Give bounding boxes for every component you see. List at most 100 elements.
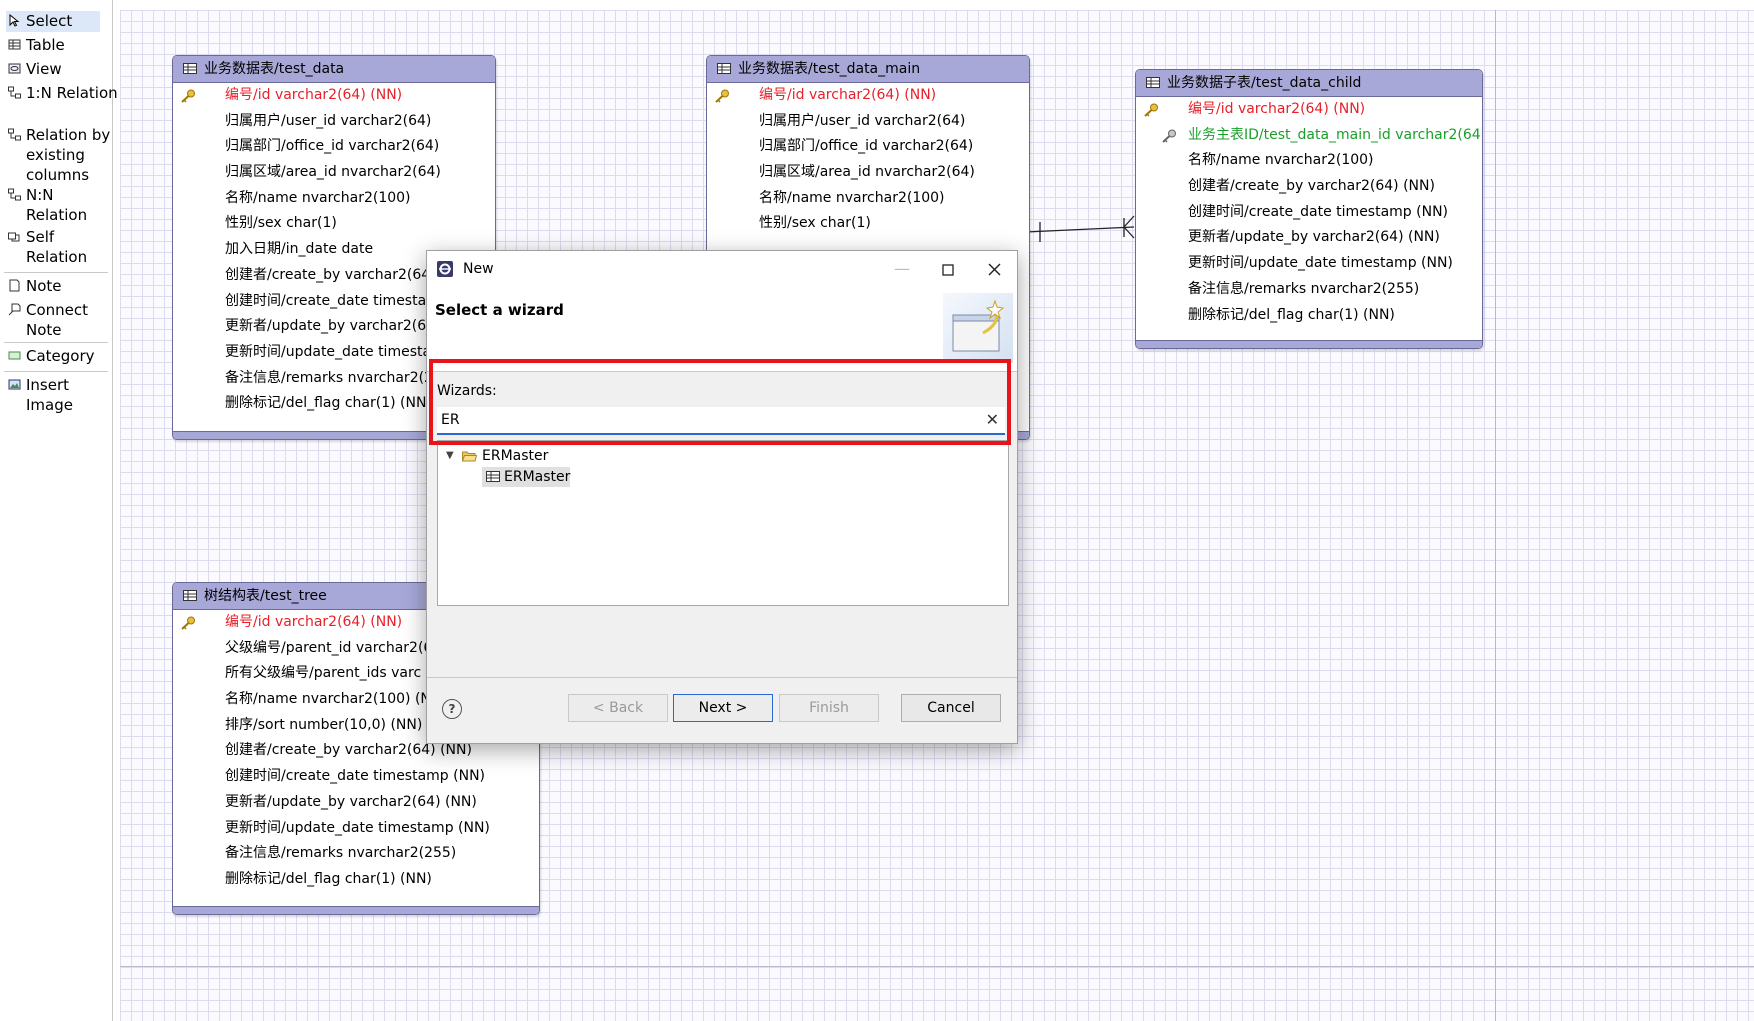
new-wizard-dialog: New — Select a wizard Wizards: ✕	[426, 250, 1018, 744]
column-row[interactable]: 备注信息/remarks nvarchar2(255)	[173, 841, 539, 867]
connect-note-icon	[8, 303, 21, 316]
primary-key-icon	[181, 89, 195, 103]
back-button[interactable]: < Back	[568, 694, 668, 722]
help-button[interactable]: ?	[442, 699, 462, 719]
column-row[interactable]: 性别/sex char(1)	[173, 211, 495, 237]
entity-test-data-child[interactable]: 业务数据子表/test_data_child 编号/id varchar2(64…	[1135, 69, 1483, 349]
dialog-titlebar[interactable]: New —	[427, 251, 1017, 287]
column-row-pk[interactable]: 编号/id varchar2(64) (NN)	[707, 83, 1029, 109]
column-row[interactable]: 名称/name nvarchar2(100)	[173, 186, 495, 212]
view-icon	[8, 63, 21, 74]
maximize-button[interactable]	[925, 251, 971, 287]
category-icon	[8, 351, 21, 360]
close-icon	[988, 263, 1000, 276]
tree-item-ermaster-category[interactable]: ▼ ERMaster	[438, 445, 738, 467]
clear-filter-icon[interactable]: ✕	[986, 409, 999, 431]
palette-item-category[interactable]: Category	[6, 346, 100, 367]
relation-icon	[8, 86, 21, 99]
finish-button[interactable]: Finish	[779, 694, 879, 722]
primary-key-icon	[1144, 103, 1158, 117]
entity-header[interactable]: 业务数据表/test_data_main	[707, 56, 1029, 83]
minimize-button[interactable]: —	[879, 251, 925, 287]
page-boundary-line	[1495, 10, 1496, 1021]
cancel-button[interactable]: Cancel	[901, 694, 1001, 722]
dialog-separator	[427, 677, 1017, 678]
column-row[interactable]: 归属部门/office_id varchar2(64)	[173, 134, 495, 160]
tree-item-ermaster-wizard[interactable]: ERMaster	[482, 466, 602, 488]
wizard-banner-icon	[943, 293, 1013, 363]
column-row[interactable]: 名称/name nvarchar2(100)	[1136, 148, 1482, 174]
table-icon	[1146, 77, 1160, 88]
column-row[interactable]: 创建时间/create_date timestamp (NN)	[1136, 200, 1482, 226]
column-row[interactable]: 更新时间/update_date timestamp (NN)	[1136, 251, 1482, 277]
palette-item-note[interactable]: Note	[6, 276, 100, 297]
column-row[interactable]: 归属区域/area_id nvarchar2(64)	[173, 160, 495, 186]
palette-item-nn-relation[interactable]: N:N Relation	[6, 185, 100, 227]
table-icon	[717, 63, 731, 74]
column-row[interactable]: 归属部门/office_id varchar2(64)	[707, 134, 1029, 160]
primary-key-icon	[181, 616, 195, 630]
entity-footer	[1136, 340, 1482, 348]
column-row[interactable]: 更新时间/update_date timestamp (NN)	[173, 816, 539, 842]
self-relation-icon	[8, 232, 20, 242]
tree-category-label: ERMaster	[482, 448, 549, 464]
column-row-fk[interactable]: 业务主表ID/test_data_main_id varchar2(64)	[1136, 123, 1482, 149]
column-row[interactable]: 备注信息/remarks nvarchar2(255)	[1136, 277, 1482, 303]
wizard-filter-input[interactable]	[439, 409, 963, 431]
column-row-pk[interactable]: 编号/id varchar2(64) (NN)	[173, 83, 495, 109]
pointer-icon	[9, 14, 20, 27]
wizards-label: Wizards:	[437, 383, 497, 399]
maximize-icon	[942, 263, 954, 276]
relation-icon	[8, 188, 21, 201]
palette-separator	[4, 272, 108, 273]
wizard-tree[interactable]: ▼ ERMaster ERMaster	[437, 440, 1009, 606]
tool-palette: Select Table View 1:N Relation Relation …	[0, 0, 118, 1021]
palette-item-view[interactable]: View	[6, 59, 100, 80]
image-icon	[8, 379, 21, 390]
table-icon	[183, 63, 197, 74]
eclipse-app-icon	[437, 261, 453, 277]
palette-item-table[interactable]: Table	[6, 35, 100, 56]
column-row[interactable]: 更新者/update_by varchar2(64) (NN)	[173, 790, 539, 816]
column-row[interactable]: 删除标记/del_flag char(1) (NN)	[173, 867, 539, 893]
tree-wizard-label: ERMaster	[504, 469, 571, 485]
entity-header[interactable]: 业务数据子表/test_data_child	[1136, 70, 1482, 97]
palette-separator	[4, 371, 108, 372]
column-row[interactable]: 创建者/create_by varchar2(64) (NN)	[1136, 174, 1482, 200]
palette-item-relation-by-existing-columns[interactable]: Relation by existing columns	[6, 125, 110, 185]
column-row[interactable]: 归属用户/user_id varchar2(64)	[173, 109, 495, 135]
close-button[interactable]	[971, 251, 1017, 287]
folder-open-icon	[462, 451, 477, 462]
relation-icon	[8, 128, 21, 141]
palette-item-self-relation[interactable]: Self Relation	[6, 227, 100, 269]
palette-item-connect-note[interactable]: Connect Note	[6, 300, 100, 342]
table-icon	[486, 471, 500, 482]
palette-item-select[interactable]: Select	[6, 11, 100, 32]
entity-title: 业务数据表/test_data_main	[738, 61, 921, 77]
palette-item-insert-image[interactable]: Insert Image	[6, 375, 100, 417]
entity-footer	[173, 906, 539, 914]
palette-item-1n-relation[interactable]: 1:N Relation	[6, 83, 118, 125]
table-icon	[8, 39, 21, 50]
entity-title: 树结构表/test_tree	[204, 588, 327, 604]
column-row[interactable]: 性别/sex char(1)	[707, 211, 1029, 237]
next-button[interactable]: Next >	[673, 694, 773, 722]
column-row[interactable]: 更新者/update_by varchar2(64) (NN)	[1136, 225, 1482, 251]
column-row[interactable]: 归属用户/user_id varchar2(64)	[707, 109, 1029, 135]
column-row-pk[interactable]: 编号/id varchar2(64) (NN)	[1136, 97, 1482, 123]
note-icon	[9, 279, 20, 292]
wizard-filter-box: ✕	[437, 407, 1005, 435]
entity-header[interactable]: 业务数据表/test_data	[173, 56, 495, 83]
column-row[interactable]: 创建时间/create_date timestamp (NN)	[173, 764, 539, 790]
dialog-heading: Select a wizard	[435, 301, 564, 319]
entity-title: 业务数据子表/test_data_child	[1167, 75, 1362, 91]
foreign-key-icon	[1162, 129, 1176, 143]
dialog-title: New	[463, 261, 494, 277]
table-icon	[183, 590, 197, 601]
relation-connector[interactable]	[1020, 210, 1140, 250]
page-boundary-line	[120, 966, 1754, 967]
column-row[interactable]: 名称/name nvarchar2(100)	[707, 186, 1029, 212]
chevron-down-icon[interactable]: ▼	[446, 445, 454, 467]
column-row[interactable]: 归属区域/area_id nvarchar2(64)	[707, 160, 1029, 186]
column-row[interactable]: 删除标记/del_flag char(1) (NN)	[1136, 303, 1482, 329]
